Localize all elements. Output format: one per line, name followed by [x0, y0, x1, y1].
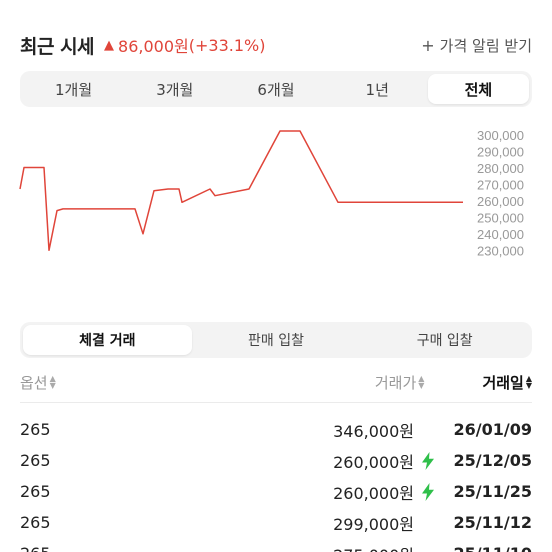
row-date: 25/11/25 — [453, 482, 532, 501]
price-header: 최근 시세 ▲ 86,000원 (+33.1%) + 가격 알림 받기 — [20, 30, 532, 60]
table-header: 옵션 ▲ ▼ 거래가 ▲ ▼ 거래일 ▲ ▼ — [20, 368, 532, 396]
y-tick-label: 240,000 — [477, 227, 524, 242]
tab-label: 3개월 — [156, 80, 194, 99]
tab-all[interactable]: 전체 — [427, 74, 530, 104]
y-tick-label: 300,000 — [477, 128, 524, 143]
row-price: 275,000원 — [294, 542, 414, 552]
y-tick-label: 230,000 — [477, 244, 524, 259]
row-size: 265 — [20, 482, 51, 501]
row-size: 265 — [20, 420, 51, 439]
tab-label: 1년 — [365, 80, 389, 99]
table-row: 265 260,000원 25/12/05 — [20, 445, 532, 476]
row-price: 299,000원 — [333, 514, 414, 534]
price-chart: 300,000 290,000280,000 270,000260,000 250,0… — [19, 128, 524, 259]
size-column-header[interactable]: 옵션 ▲ ▼ — [20, 372, 56, 393]
table-row: 265 346,000원 26/01/09 — [20, 414, 532, 445]
price-change: ▲ 86,000원 (+33.1%) — [104, 33, 265, 57]
row-date: 25/12/05 — [453, 451, 532, 470]
tab-completed-trades[interactable]: 체결 거래 — [23, 325, 192, 355]
price-alert-button[interactable]: + 가격 알림 받기 — [421, 35, 532, 56]
price-column-header[interactable]: 거래가 ▲ ▼ — [375, 372, 425, 393]
tab-1-year[interactable]: 1년 — [327, 74, 428, 104]
tab-sell-bids[interactable]: 판매 입찰 — [192, 325, 361, 355]
size-header-label: 옵션 — [20, 373, 48, 392]
row-date: 25/11/10 — [442, 544, 532, 552]
price-header-label: 거래가 — [374, 373, 417, 392]
plus-icon: + — [421, 35, 435, 55]
y-tick-label: 250,000 — [477, 211, 524, 226]
tab-1-month[interactable]: 1개월 — [23, 74, 124, 104]
y-tick-label: 270,000 — [477, 178, 524, 193]
y-tick-label: 290,000 — [477, 145, 524, 160]
tab-label: 체결 거래 — [79, 333, 136, 349]
table-row: 265 275,000원 25/11/10 — [20, 538, 532, 552]
row-size: 265 — [20, 544, 80, 552]
lightning-icon — [414, 482, 442, 501]
section-title: 최근 시세 — [20, 35, 95, 58]
sort-icon: ▲ ▼ — [418, 374, 425, 390]
change-amount: 86,000원 — [118, 37, 189, 56]
row-size: 265 — [20, 513, 51, 532]
price-series-line — [19, 130, 463, 252]
tab-label: 전체 — [464, 80, 493, 99]
row-size: 265 — [20, 451, 51, 470]
sort-icon: ▲ ▼ — [49, 374, 56, 390]
table-row: 265 260,000원 25/11/25 — [20, 476, 532, 507]
sort-icon: ▲ ▼ — [525, 374, 532, 390]
tab-label: 구매 입찰 — [416, 333, 473, 349]
row-price: 260,000원 — [333, 452, 414, 472]
y-tick-label: 280,000 — [477, 161, 524, 176]
tab-buy-bids[interactable]: 구매 입찰 — [360, 325, 529, 355]
date-header-label: 거래일 — [482, 373, 524, 392]
tab-label: 1개월 — [55, 80, 93, 99]
date-column-header[interactable]: 거래일 ▲ ▼ — [482, 372, 532, 393]
up-triangle-icon: ▲ — [104, 37, 115, 53]
period-tabs: 1개월 3개월 6개월 1년 전체 — [20, 71, 532, 107]
row-price: 346,000원 — [333, 421, 414, 441]
table-row: 265 299,000원 25/11/12 — [20, 507, 532, 538]
trade-tabs: 체결 거래 판매 입찰 구매 입찰 — [20, 322, 532, 358]
y-tick-label: 260,000 — [477, 194, 524, 209]
lightning-icon — [414, 451, 442, 470]
row-date: 26/01/09 — [453, 420, 532, 439]
tab-label: 6개월 — [257, 80, 295, 99]
price-alert-label: 가격 알림 받기 — [439, 36, 532, 55]
change-percent: (+33.1%) — [188, 35, 266, 55]
row-price: 260,000원 — [333, 483, 414, 503]
row-date: 25/11/12 — [453, 513, 532, 532]
trade-list: 265 346,000원 26/01/09 265 260,000원 25/12/05 26… — [20, 414, 532, 552]
tab-3-months[interactable]: 3개월 — [124, 74, 225, 104]
tab-label: 판매 입찰 — [248, 333, 304, 349]
tab-6-months[interactable]: 6개월 — [225, 74, 326, 104]
divider — [20, 402, 532, 403]
